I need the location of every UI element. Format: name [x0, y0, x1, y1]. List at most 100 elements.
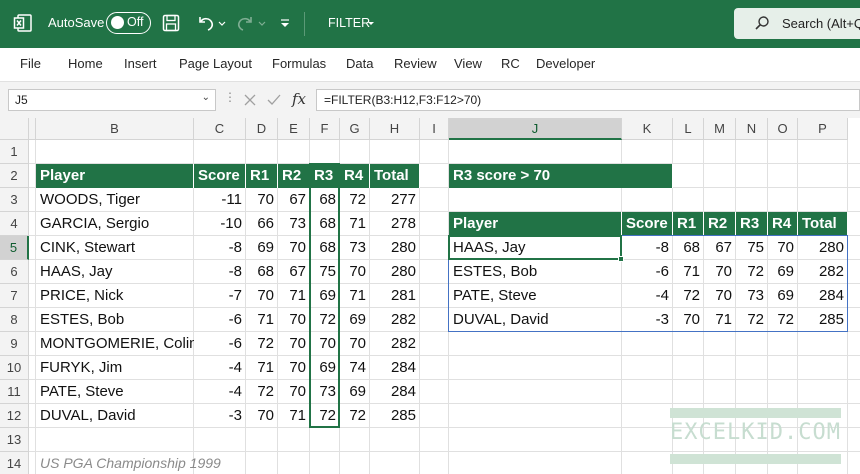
score-cell[interactable]: 280 [370, 260, 420, 284]
score-cell[interactable]: 70 [246, 404, 278, 428]
score-cell[interactable]: 284 [370, 380, 420, 404]
autosave-toggle[interactable]: Off [106, 12, 151, 34]
result-score-cell[interactable]: 280 [798, 236, 848, 260]
result-score-cell[interactable]: -3 [622, 308, 673, 332]
column-header-o[interactable]: O [768, 118, 798, 140]
result-title-cell[interactable]: R3 score > 70 [449, 164, 673, 188]
column-header-c[interactable]: C [194, 118, 246, 140]
score-cell[interactable]: 75 [310, 260, 340, 284]
tab-review[interactable]: Review [394, 56, 437, 71]
score-cell[interactable]: 71 [246, 308, 278, 332]
result-player-cell[interactable]: PATE, Steve [449, 284, 622, 308]
score-cell[interactable]: 68 [246, 260, 278, 284]
score-cell[interactable]: 74 [340, 356, 370, 380]
score-cell[interactable]: 70 [278, 308, 310, 332]
result-score-cell[interactable]: 72 [673, 284, 704, 308]
source-header-cell[interactable]: Player [36, 164, 194, 188]
score-cell[interactable]: 70 [340, 332, 370, 356]
result-player-cell[interactable]: HAAS, Jay [449, 236, 622, 260]
score-cell[interactable]: 278 [370, 212, 420, 236]
score-cell[interactable]: 70 [340, 260, 370, 284]
column-header-i[interactable]: I [420, 118, 449, 140]
result-score-cell[interactable]: 68 [673, 236, 704, 260]
score-cell[interactable]: 71 [278, 404, 310, 428]
result-header-cell[interactable]: R3 [736, 212, 768, 236]
column-header-p[interactable]: P [798, 118, 848, 140]
formula-bar-resize-handle[interactable]: ⋮ [224, 90, 236, 104]
result-header-cell[interactable]: Total [798, 212, 848, 236]
tab-data[interactable]: Data [346, 56, 373, 71]
result-score-cell[interactable]: 72 [736, 260, 768, 284]
score-cell[interactable]: 72 [340, 188, 370, 212]
tab-insert[interactable]: Insert [124, 56, 157, 71]
row-header-3[interactable]: 3 [0, 188, 29, 212]
score-cell[interactable]: 70 [278, 380, 310, 404]
score-cell[interactable]: 69 [246, 236, 278, 260]
result-header-cell[interactable]: R4 [768, 212, 798, 236]
score-cell[interactable]: -10 [194, 212, 246, 236]
score-cell[interactable]: 70 [246, 284, 278, 308]
result-score-cell[interactable]: 71 [704, 308, 736, 332]
result-score-cell[interactable]: 72 [736, 308, 768, 332]
score-cell[interactable]: -6 [194, 308, 246, 332]
score-cell[interactable]: 72 [246, 380, 278, 404]
score-cell[interactable]: 72 [310, 308, 340, 332]
player-name-cell[interactable]: MONTGOMERIE, Colin [36, 332, 194, 356]
undo-dropdown-icon[interactable] [216, 13, 228, 33]
score-cell[interactable]: 72 [246, 332, 278, 356]
score-cell[interactable]: 282 [370, 332, 420, 356]
score-cell[interactable]: 285 [370, 404, 420, 428]
row-header-7[interactable]: 7 [0, 284, 29, 308]
result-score-cell[interactable]: 69 [768, 260, 798, 284]
undo-icon[interactable] [196, 13, 216, 33]
name-box-dropdown-icon[interactable]: ⌄ [202, 92, 210, 103]
insert-function-icon[interactable]: fx [292, 90, 306, 108]
score-cell[interactable]: 280 [370, 236, 420, 260]
result-score-cell[interactable]: 70 [704, 260, 736, 284]
score-cell[interactable]: 69 [340, 380, 370, 404]
player-name-cell[interactable]: DUVAL, David [36, 404, 194, 428]
result-score-cell[interactable]: 284 [798, 284, 848, 308]
score-cell[interactable]: 72 [310, 404, 340, 428]
player-name-cell[interactable]: PATE, Steve [36, 380, 194, 404]
score-cell[interactable]: 71 [246, 356, 278, 380]
player-name-cell[interactable]: ESTES, Bob [36, 308, 194, 332]
score-cell[interactable]: -7 [194, 284, 246, 308]
score-cell[interactable]: 71 [278, 284, 310, 308]
score-cell[interactable]: -3 [194, 404, 246, 428]
score-cell[interactable]: -8 [194, 236, 246, 260]
score-cell[interactable]: 69 [310, 284, 340, 308]
row-header-2[interactable]: 2 [0, 164, 29, 188]
player-name-cell[interactable]: PRICE, Nick [36, 284, 194, 308]
redo-dropdown-icon[interactable] [256, 13, 268, 33]
column-header-h[interactable]: H [370, 118, 420, 140]
score-cell[interactable]: 70 [278, 236, 310, 260]
result-score-cell[interactable]: 67 [704, 236, 736, 260]
score-cell[interactable]: 282 [370, 308, 420, 332]
score-cell[interactable]: 72 [340, 404, 370, 428]
score-cell[interactable]: 281 [370, 284, 420, 308]
player-name-cell[interactable]: WOODS, Tiger [36, 188, 194, 212]
score-cell[interactable]: 68 [310, 236, 340, 260]
row-header-12[interactable]: 12 [0, 404, 29, 428]
source-header-cell[interactable]: R3 [310, 164, 340, 188]
result-score-cell[interactable]: 72 [768, 308, 798, 332]
select-all-corner[interactable] [0, 118, 29, 140]
row-header-14[interactable]: 14 [0, 452, 29, 474]
tab-home[interactable]: Home [68, 56, 103, 71]
worksheet-grid[interactable]: ABCDEFGHIJKLMNOP1234567891011121314Playe… [0, 118, 860, 474]
tab-developer[interactable]: Developer [536, 56, 595, 71]
score-cell[interactable]: 73 [340, 236, 370, 260]
column-header-a[interactable]: A [29, 118, 36, 140]
score-cell[interactable]: 284 [370, 356, 420, 380]
column-header-j[interactable]: J [449, 118, 622, 140]
score-cell[interactable]: -11 [194, 188, 246, 212]
source-header-cell[interactable]: R2 [278, 164, 310, 188]
customize-toolbar-icon[interactable] [278, 13, 292, 33]
result-score-cell[interactable]: 69 [768, 284, 798, 308]
score-cell[interactable]: 68 [310, 212, 340, 236]
result-score-cell[interactable]: 73 [736, 284, 768, 308]
row-header-4[interactable]: 4 [0, 212, 29, 236]
formula-input[interactable]: =FILTER(B3:H12,F3:F12>70) [316, 89, 860, 111]
tab-view[interactable]: View [454, 56, 482, 71]
